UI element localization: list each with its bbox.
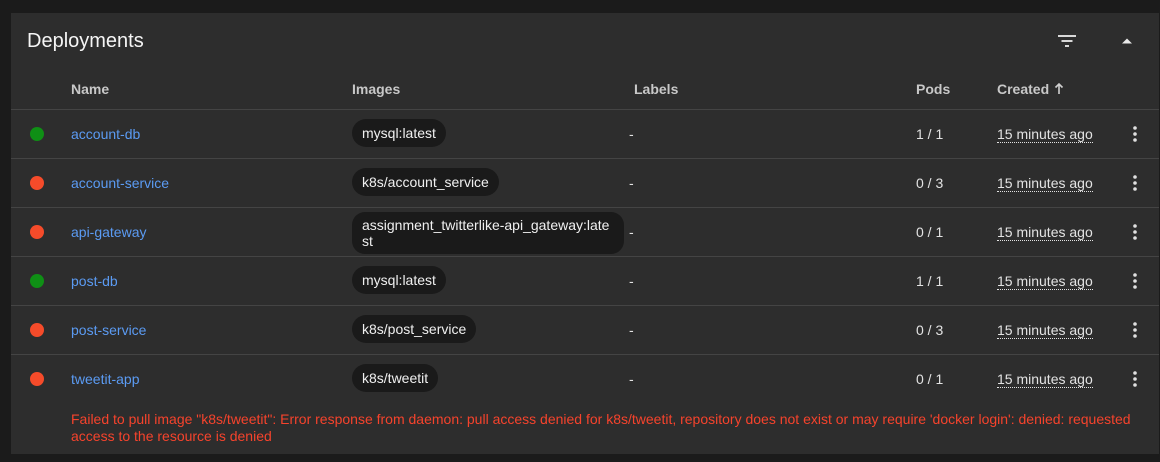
more-vert-icon [1133,126,1137,142]
table-header: Name Images Labels Pods Created [11,69,1159,110]
deployment-name-link[interactable]: account-service [71,175,169,191]
pods-count: 0 / 3 [916,175,944,191]
row-actions-button[interactable] [1125,171,1145,195]
row-actions-button[interactable] [1125,318,1145,342]
more-vert-icon [1133,175,1137,191]
table-row: account-db mysql:latest - 1 / 1 15 minut… [11,110,1159,159]
pods-count: 1 / 1 [916,126,944,142]
status-error-icon [30,372,44,386]
image-chip: k8s/account_service [352,168,499,196]
column-header-created[interactable]: Created [997,81,1064,97]
status-ok-icon [30,274,44,288]
created-time: 15 minutes ago [997,273,1093,290]
more-vert-icon [1133,322,1137,338]
sort-ascending-icon [1055,83,1064,94]
status-error-icon [30,225,44,239]
deployment-name-link[interactable]: tweetit-app [71,371,139,387]
deployment-name-link[interactable]: post-db [71,273,118,289]
image-chip: k8s/tweetit [352,364,439,392]
created-time: 15 minutes ago [997,175,1093,192]
more-vert-icon [1133,224,1137,240]
image-chip: mysql:latest [352,119,446,147]
labels-value: - [629,371,634,387]
image-chip: k8s/post_service [352,315,477,343]
more-vert-icon [1133,371,1137,387]
table-row: account-service k8s/account_service - 0 … [11,159,1159,208]
column-header-created-label: Created [997,81,1050,97]
column-header-pods: Pods [916,81,951,97]
table-row: post-service k8s/post_service - 0 / 3 15… [11,306,1159,355]
column-header-labels: Labels [634,81,679,97]
deployment-name-link[interactable]: api-gateway [71,224,147,240]
labels-value: - [629,126,634,142]
pods-count: 0 / 1 [916,371,944,387]
created-time: 15 minutes ago [997,126,1093,143]
row-actions-button[interactable] [1125,367,1145,391]
card-header: Deployments [11,13,1159,69]
labels-value: - [629,175,634,191]
card-title: Deployments [27,30,144,52]
error-message: Failed to pull image "k8s/tweetit": Erro… [71,411,1131,444]
labels-value: - [629,224,634,240]
deployments-card: Deployments Name Images Labels Pods Crea… [11,13,1159,454]
pods-count: 1 / 1 [916,273,944,289]
deployment-name-link[interactable]: account-db [71,126,140,142]
labels-value: - [629,273,634,289]
status-error-icon [30,176,44,190]
pods-count: 0 / 1 [916,224,944,240]
status-ok-icon [30,127,44,141]
column-header-name[interactable]: Name [71,81,109,97]
pods-count: 0 / 3 [916,322,944,338]
more-vert-icon [1133,273,1137,289]
column-header-images: Images [352,81,401,97]
filter-icon [1058,35,1076,47]
image-chip: assignment_twitterlike-api_gateway:lates… [352,212,624,254]
status-error-icon [30,323,44,337]
row-actions-button[interactable] [1125,269,1145,293]
table-row: post-db mysql:latest - 1 / 1 15 minutes … [11,257,1159,306]
chevron-up-icon [1122,38,1132,44]
deployment-name-link[interactable]: post-service [71,322,146,338]
collapse-button[interactable] [1113,27,1141,55]
created-time: 15 minutes ago [997,224,1093,241]
created-time: 15 minutes ago [997,371,1093,388]
filter-button[interactable] [1053,27,1081,55]
row-actions-button[interactable] [1125,220,1145,244]
table-row: tweetit-app k8s/tweetit - 0 / 1 15 minut… [11,355,1159,403]
labels-value: - [629,322,634,338]
row-actions-button[interactable] [1125,122,1145,146]
table-row: api-gateway assignment_twitterlike-api_g… [11,208,1159,257]
created-time: 15 minutes ago [997,322,1093,339]
image-chip: mysql:latest [352,266,446,294]
